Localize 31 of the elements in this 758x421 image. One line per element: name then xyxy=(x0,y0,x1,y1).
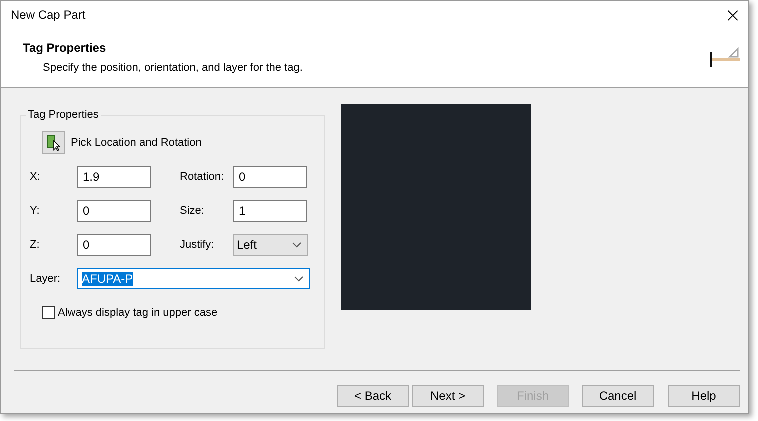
dialog-button[interactable]: Next > xyxy=(412,385,484,407)
field-label: Y: xyxy=(30,205,41,217)
input-field[interactable]: 0 xyxy=(77,200,151,222)
field-label: Size: xyxy=(180,205,206,217)
input-field[interactable]: 1 xyxy=(233,200,307,222)
field-label: Z: xyxy=(30,239,41,251)
dialog-button[interactable]: Help xyxy=(668,385,740,407)
window-title: New Cap Part xyxy=(11,8,86,22)
field-label: X: xyxy=(30,171,42,183)
layer-dropdown[interactable]: AFUPA-P xyxy=(77,268,310,289)
pick-label: Pick Location and Rotation xyxy=(71,136,202,148)
input-field[interactable]: 0 xyxy=(233,166,307,188)
field-label: Justify: xyxy=(180,239,216,251)
checkbox[interactable] xyxy=(42,306,55,319)
pick-button[interactable] xyxy=(42,131,65,154)
chevron-icon xyxy=(294,276,304,282)
close-button[interactable]: × xyxy=(718,2,748,28)
justify-dropdown[interactable]: Left xyxy=(233,234,308,256)
layer-label: Layer: xyxy=(30,272,62,284)
group-title: Tag Properties xyxy=(27,109,100,121)
input-field[interactable]: 0 xyxy=(77,234,151,256)
chevron-icon xyxy=(292,242,302,248)
field-label: Rotation: xyxy=(180,171,226,183)
drafting-tools-icon xyxy=(708,45,740,69)
pick-cursor-icon xyxy=(46,134,60,150)
page-title: Tag Properties xyxy=(23,41,108,55)
checkbox-label: Always display tag in upper case xyxy=(58,306,218,318)
input-field[interactable]: 1.9 xyxy=(77,166,151,188)
dialog-button[interactable]: < Back xyxy=(337,385,409,407)
page-subtitle: Specify the position, orientation, and layer for the tag. xyxy=(42,61,303,74)
dialog-button[interactable]: Cancel xyxy=(582,385,654,407)
